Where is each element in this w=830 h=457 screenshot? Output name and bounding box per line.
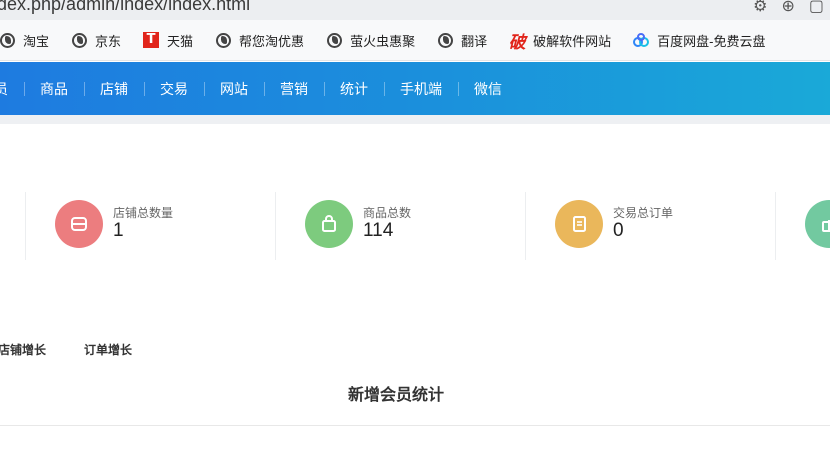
bookmark-firefly[interactable]: 萤火虫惠聚 [326, 31, 415, 50]
address-bar-actions: ⚙ ⊕ ▢ [753, 0, 824, 16]
poji-icon: 破 [508, 32, 526, 52]
globe-icon [0, 32, 15, 48]
nav-item-marketing[interactable]: 营销 [264, 79, 324, 99]
chart-divider [0, 425, 830, 426]
stat-label: 商品总数 [363, 206, 412, 220]
bookmark-label: 萤火虫惠聚 [350, 33, 416, 49]
tmall-icon: T [143, 32, 160, 48]
bookmark-taobao[interactable]: 淘宝 [0, 31, 49, 50]
stat-value: 1 [113, 220, 124, 241]
nav-item-mobile[interactable]: 手机端 [384, 79, 458, 99]
bookmark-baidu-netdisk[interactable]: 百度网盘-免费云盘 [633, 31, 765, 50]
nav-item-store[interactable]: 店铺 [84, 79, 144, 99]
chart-title: 新增会员统计 [347, 387, 444, 404]
bookmark-label: 百度网盘-免费云盘 [657, 33, 766, 49]
bookmark-jd[interactable]: 京东 [71, 31, 121, 50]
store-icon [55, 200, 103, 248]
url-text[interactable]: dex.php/admin/index/index.html [0, 0, 250, 15]
stats-row: 店铺总数量 1 商品总数 114 交易总订单 0 [0, 190, 830, 262]
globe-icon [326, 32, 342, 48]
stats-divider [25, 192, 26, 260]
top-nav: 员 商品 店铺 交易 网站 营销 统计 手机端 微信 [0, 62, 830, 115]
bookmarks-bar: 淘宝 京东 T 天猫 帮您淘优惠 萤火虫惠聚 翻译 破 破解软件网站 百度网盘-… [0, 20, 830, 61]
stat-value: 0 [613, 220, 624, 241]
bookmark-label: 翻译 [461, 33, 488, 49]
bookmark-label: 淘宝 [23, 33, 50, 49]
bookmark-label: 帮您淘优惠 [239, 33, 305, 49]
stats-divider [775, 192, 776, 260]
zoom-icon[interactable]: ⊕ [781, 0, 794, 16]
bookmark-label: 天猫 [167, 33, 194, 49]
nav-item-trade[interactable]: 交易 [144, 79, 204, 99]
bookmark-cracked-software[interactable]: 破 破解软件网站 [508, 31, 612, 52]
tab-order-growth[interactable]: 订单增长 [84, 341, 132, 358]
bookmark-coupon[interactable]: 帮您淘优惠 [215, 31, 304, 50]
globe-icon [437, 32, 453, 48]
page-icon[interactable]: ▢ [809, 0, 824, 16]
globe-icon [215, 32, 231, 48]
globe-icon [71, 32, 87, 48]
nav-item-goods[interactable]: 商品 [24, 79, 84, 99]
tab-store-growth[interactable]: 店铺增长 [0, 341, 46, 358]
stats-divider [275, 192, 276, 260]
nav-item-member[interactable]: 员 [0, 79, 24, 99]
address-bar[interactable]: dex.php/admin/index/index.html ⚙ ⊕ ▢ [0, 0, 830, 20]
extension-icon[interactable]: ⚙ [753, 0, 767, 16]
bookmark-label: 破解软件网站 [533, 33, 612, 49]
bookmark-tmall[interactable]: T 天猫 [143, 31, 193, 50]
stats-divider [525, 192, 526, 260]
baidu-netdisk-icon [633, 32, 650, 48]
gift-icon [805, 200, 830, 248]
stat-value: 114 [363, 220, 394, 241]
shopping-bag-icon [305, 200, 353, 248]
document-icon [555, 200, 603, 248]
stat-label: 交易总订单 [613, 206, 674, 220]
nav-item-wechat[interactable]: 微信 [458, 79, 518, 99]
nav-subbar [0, 115, 830, 124]
bookmark-label: 京东 [95, 33, 122, 49]
growth-tabs: 店铺增长 订单增长 [0, 341, 170, 358]
stat-label: 店铺总数量 [113, 206, 174, 220]
bookmark-translate[interactable]: 翻译 [437, 31, 487, 50]
nav-item-statistics[interactable]: 统计 [324, 79, 384, 99]
nav-item-website[interactable]: 网站 [204, 79, 264, 99]
